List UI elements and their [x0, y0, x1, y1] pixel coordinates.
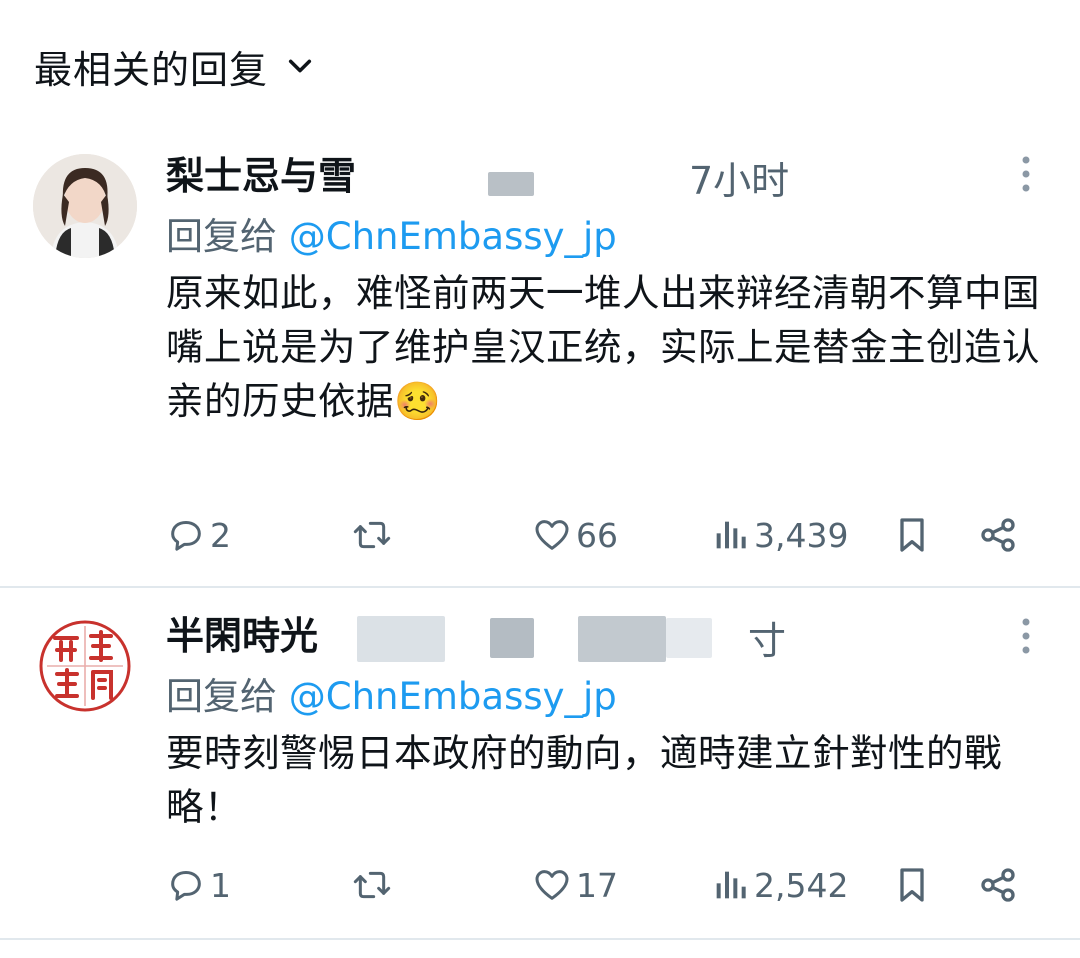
like-button[interactable]: 17	[532, 858, 618, 912]
like-count: 66	[576, 515, 618, 555]
share-button[interactable]	[978, 858, 1018, 912]
views-button[interactable]: 3,439	[710, 508, 848, 562]
display-name[interactable]: 梨士忌与雪	[166, 145, 356, 200]
reply-to-line: 回复给 @ChnEmbassy_jp	[166, 206, 617, 260]
reply-to-line: 回复给 @ChnEmbassy_jp	[166, 666, 617, 720]
redacted-block	[666, 618, 712, 658]
redacted-block	[578, 616, 666, 662]
retweet-button[interactable]	[352, 508, 396, 562]
action-bar: 1 17 2,542	[166, 858, 1026, 912]
reply-item[interactable]: 半閑時光 寸 回复给 @ChnEmbassy_jp 要時刻警惕日本政府的動向，適…	[0, 588, 1080, 938]
more-options-icon[interactable]	[1014, 154, 1038, 194]
bookmark-button[interactable]	[892, 508, 932, 562]
avatar[interactable]	[33, 154, 137, 258]
bookmark-icon	[900, 868, 924, 902]
reply-to-handle[interactable]: @ChnEmbassy_jp	[289, 675, 617, 718]
reply-to-handle[interactable]: @ChnEmbassy_jp	[289, 215, 617, 258]
analytics-icon	[716, 871, 746, 899]
retweet-icon	[353, 871, 391, 899]
bookmark-button[interactable]	[892, 858, 932, 912]
reply-button[interactable]: 1	[166, 858, 231, 912]
divider	[0, 938, 1080, 940]
seal-logo	[35, 616, 135, 716]
reply-text: 要時刻警惕日本政府的動向，適時建立針對性的戰略！	[166, 731, 1002, 829]
views-count: 3,439	[754, 515, 849, 555]
share-icon	[981, 868, 1015, 902]
redacted-block	[357, 616, 445, 662]
avatar[interactable]	[33, 614, 137, 718]
share-button[interactable]	[978, 508, 1018, 562]
avatar-photo	[33, 154, 137, 258]
timestamp[interactable]: 寸	[748, 610, 786, 665]
timestamp[interactable]: 7小时	[689, 150, 789, 205]
redacted-block	[488, 172, 534, 196]
share-icon	[981, 518, 1015, 552]
like-button[interactable]: 66	[532, 508, 618, 562]
reply-icon	[171, 521, 201, 551]
heart-icon	[535, 870, 569, 900]
like-count: 17	[576, 865, 618, 905]
reply-text: 原来如此，难怪前两天一堆人出来辩经清朝不算中国 嘴上说是为了维护皇汉正统，实际上…	[166, 271, 1040, 423]
heart-icon	[535, 520, 569, 550]
retweet-icon	[353, 521, 391, 549]
reply-count: 1	[210, 865, 231, 905]
reply-button[interactable]: 2	[166, 508, 231, 562]
reply-to-prefix: 回复给	[166, 215, 289, 258]
reply-icon	[171, 871, 201, 901]
redacted-block	[490, 618, 534, 658]
bookmark-icon	[900, 518, 924, 552]
reply-item[interactable]: 梨士忌与雪 7小时 回复给 @ChnEmbassy_jp 原来如此，难怪前两天一…	[0, 0, 1080, 586]
retweet-button[interactable]	[352, 858, 396, 912]
reply-to-prefix: 回复给	[166, 675, 289, 718]
reply-count: 2	[210, 515, 231, 555]
views-button[interactable]: 2,542	[710, 858, 848, 912]
views-count: 2,542	[754, 865, 849, 905]
more-options-icon[interactable]	[1014, 616, 1038, 656]
analytics-icon	[716, 521, 746, 549]
action-bar: 2 66 3,439	[166, 508, 1026, 562]
display-name[interactable]: 半閑時光	[166, 605, 318, 660]
